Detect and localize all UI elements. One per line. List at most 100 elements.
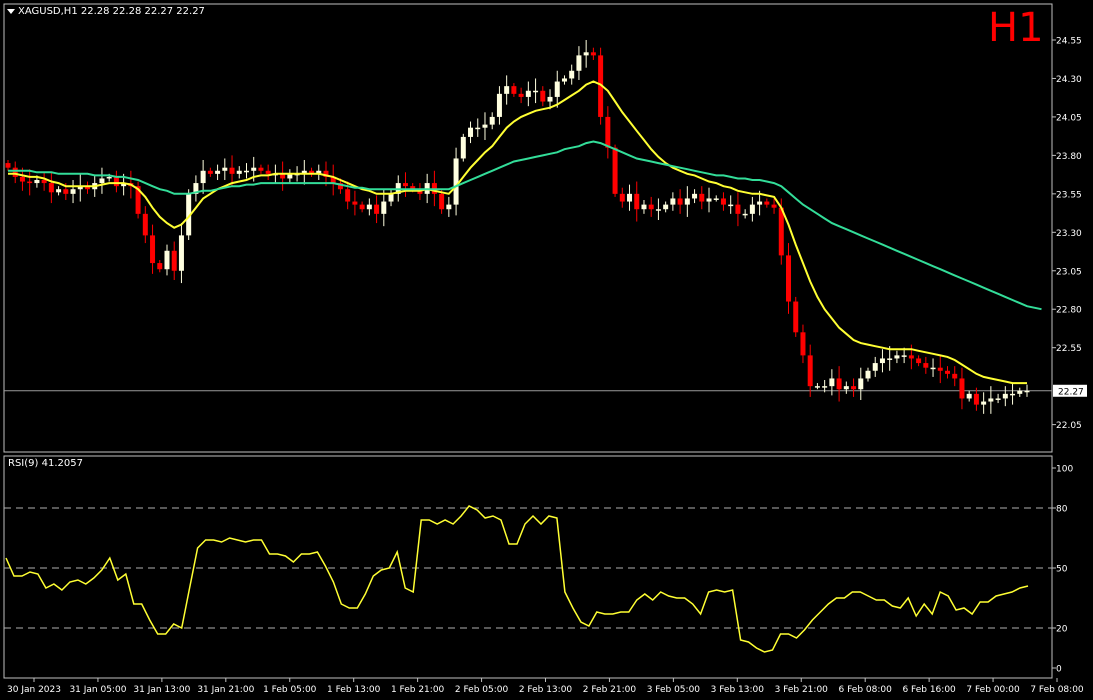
bear-candle bbox=[937, 367, 943, 371]
price-tick-label: 24.05 bbox=[1056, 113, 1082, 123]
bear-candle bbox=[851, 386, 857, 390]
bear-candle bbox=[12, 167, 18, 177]
symbol-info-label[interactable]: XAGUSD,H1 22.28 22.28 22.27 22.27 bbox=[7, 6, 205, 17]
bull-candle bbox=[178, 235, 184, 271]
bull-candle bbox=[829, 378, 835, 387]
time-tick-label: 31 Jan 13:00 bbox=[133, 685, 190, 695]
time-tick-label: 30 Jan 2023 bbox=[7, 685, 61, 695]
bull-candle bbox=[547, 96, 553, 102]
slow-ma-line bbox=[8, 140, 1042, 311]
dropdown-arrow-icon[interactable] bbox=[7, 9, 15, 14]
rsi-tick-label: 50 bbox=[1056, 565, 1068, 575]
bear-candle bbox=[352, 201, 358, 205]
bull-candle bbox=[554, 81, 560, 97]
time-axis[interactable]: 30 Jan 2023 31 Jan 05:00 31 Jan 13:00 31 Ja… bbox=[7, 678, 1084, 695]
candlesticks bbox=[5, 40, 1030, 414]
bull-candle bbox=[460, 136, 466, 159]
bull-candle bbox=[34, 180, 40, 184]
time-tick-label: 1 Feb 05:00 bbox=[263, 685, 317, 695]
bull-candle bbox=[583, 52, 589, 56]
bear-candle bbox=[916, 358, 922, 364]
bull-candle bbox=[215, 170, 221, 174]
bull-candle bbox=[706, 198, 712, 202]
bull-candle bbox=[243, 170, 249, 173]
bear-candle bbox=[800, 332, 806, 356]
bull-candle bbox=[858, 378, 864, 390]
bear-candle bbox=[720, 198, 726, 205]
bull-candle bbox=[1017, 390, 1023, 394]
bull-candle bbox=[496, 93, 502, 117]
bear-candle bbox=[5, 163, 11, 168]
bull-candle bbox=[822, 386, 828, 388]
time-tick-label: 1 Feb 21:00 bbox=[391, 685, 445, 695]
bull-candle bbox=[1010, 393, 1016, 396]
price-axis[interactable]: 24.55 24.30 24.05 23.80 23.55 23.30 23.05 22.80… bbox=[4, 37, 1087, 432]
bear-candle bbox=[786, 255, 792, 302]
bear-candle bbox=[540, 90, 546, 102]
rsi-axis[interactable]: 100 80 50 20 0 bbox=[1052, 465, 1073, 675]
bull-candle bbox=[475, 127, 481, 130]
bear-candle bbox=[959, 378, 965, 399]
bear-candle bbox=[113, 176, 119, 187]
bull-candle bbox=[814, 386, 820, 388]
bear-candle bbox=[836, 378, 842, 390]
bull-candle bbox=[692, 193, 698, 199]
bear-candle bbox=[923, 363, 929, 368]
symbol-info-text: XAGUSD,H1 22.28 22.28 22.27 22.27 bbox=[18, 6, 205, 17]
bull-candle bbox=[843, 386, 849, 390]
bear-candle bbox=[648, 204, 654, 210]
bear-candle bbox=[634, 193, 640, 210]
main-chart-frame bbox=[3, 3, 1053, 453]
bull-candle bbox=[981, 401, 987, 405]
bull-candle bbox=[684, 198, 690, 205]
bear-candle bbox=[771, 204, 777, 208]
bear-candle bbox=[48, 183, 54, 193]
time-tick-label: 31 Jan 05:00 bbox=[69, 685, 126, 695]
bear-candle bbox=[41, 180, 47, 184]
bull-candle bbox=[106, 176, 112, 179]
bear-candle bbox=[793, 301, 799, 333]
bear-candle bbox=[764, 201, 770, 205]
current-price-label: 22.27 bbox=[1058, 387, 1084, 397]
bear-candle bbox=[207, 170, 213, 174]
bull-candle bbox=[728, 204, 734, 207]
bear-candle bbox=[699, 193, 705, 202]
rsi-chart-frame bbox=[3, 455, 1053, 679]
bull-candle bbox=[561, 78, 567, 82]
bull-candle bbox=[222, 167, 228, 171]
time-tick-label: 2 Feb 21:00 bbox=[583, 685, 637, 695]
bull-candle bbox=[1002, 393, 1008, 399]
bull-candle bbox=[872, 363, 878, 371]
time-tick-label: 3 Feb 05:00 bbox=[647, 685, 701, 695]
bear-candle bbox=[27, 181, 33, 184]
bull-candle bbox=[757, 201, 763, 205]
bull-candle bbox=[388, 193, 394, 202]
bear-candle bbox=[150, 235, 156, 264]
bear-candle bbox=[518, 93, 524, 97]
bull-candle bbox=[236, 170, 242, 174]
bear-candle bbox=[778, 207, 784, 256]
time-tick-label: 6 Feb 16:00 bbox=[902, 685, 956, 695]
bull-candle bbox=[366, 204, 372, 210]
time-tick-label: 3 Feb 21:00 bbox=[775, 685, 829, 695]
trading-chart-window: 24.55 24.30 24.05 23.80 23.55 23.30 23.05 22.80… bbox=[0, 0, 1093, 700]
bull-candle bbox=[865, 370, 871, 379]
rsi-plot bbox=[5, 505, 1029, 653]
bull-candle bbox=[489, 116, 495, 125]
bull-candle bbox=[99, 178, 105, 184]
bull-candle bbox=[887, 358, 893, 360]
bear-candle bbox=[807, 355, 813, 387]
price-tick-label: 24.55 bbox=[1056, 37, 1082, 47]
time-tick-label: 3 Feb 13:00 bbox=[711, 685, 765, 695]
bear-candle bbox=[945, 370, 951, 374]
chart-canvas[interactable]: 24.55 24.30 24.05 23.80 23.55 23.30 23.05 22.80… bbox=[0, 0, 1093, 700]
rsi-indicator-label[interactable]: RSI(9) 41.2057 bbox=[8, 458, 83, 469]
price-tick-label: 23.80 bbox=[1056, 152, 1082, 162]
rsi-level-lines bbox=[4, 507, 1052, 629]
time-tick-label: 2 Feb 13:00 bbox=[519, 685, 573, 695]
bull-candle bbox=[482, 124, 488, 128]
bear-candle bbox=[677, 198, 683, 205]
bull-candle bbox=[569, 70, 575, 79]
bear-candle bbox=[359, 204, 365, 210]
bull-candle bbox=[894, 355, 900, 359]
